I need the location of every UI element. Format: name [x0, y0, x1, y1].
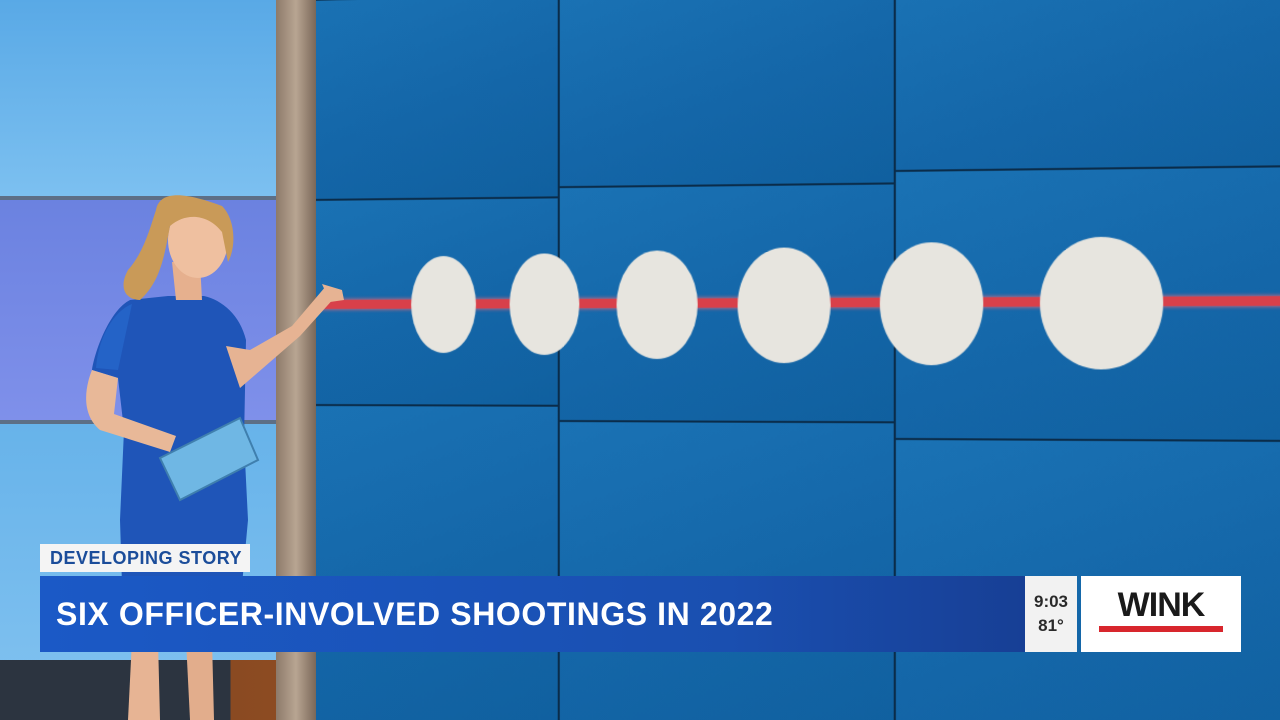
station-logo-text: WINK: [1081, 586, 1241, 625]
developing-story-tag: DEVELOPING STORY: [40, 544, 250, 572]
time-temperature-box: 9:03 81°: [1025, 576, 1077, 652]
station-logo-underline: [1099, 626, 1223, 632]
timeline-dot: [738, 247, 831, 363]
headline-text: SIX OFFICER-INVOLVED SHOOTINGS IN 2022: [56, 576, 773, 652]
temperature: 81°: [1025, 614, 1077, 638]
wall-tile: [559, 0, 895, 187]
timeline-dot: [1040, 236, 1163, 369]
clock-time: 9:03: [1025, 590, 1077, 614]
studio-scene: DEVELOPING STORY SIX OFFICER-INVOLVED SH…: [0, 0, 1280, 720]
wall-tile: [559, 421, 895, 720]
headline-bar: SIX OFFICER-INVOLVED SHOOTINGS IN 2022: [40, 576, 1025, 652]
timeline-dot: [411, 256, 476, 353]
timeline-dot: [510, 253, 580, 355]
station-logo: WINK: [1081, 576, 1241, 652]
timeline-dot: [617, 250, 698, 359]
wall-tile: [895, 0, 1280, 171]
timeline-dot: [880, 242, 983, 365]
